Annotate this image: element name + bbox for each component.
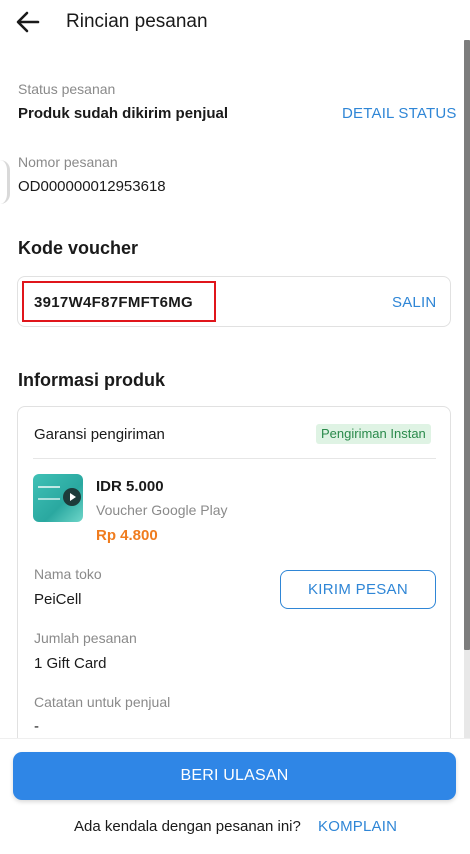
seller-note-label: Catatan untuk penjual [34, 694, 171, 710]
voucher-code: 3917W4F87FMFT6MG [34, 294, 194, 311]
store-name-label: Nama toko [34, 566, 102, 582]
thumbnail-text-lines [38, 486, 60, 500]
complaint-link[interactable]: KOMPLAIN [318, 818, 397, 835]
voucher-code-highlight: 3917W4F87FMFT6MG [22, 281, 216, 322]
copy-button[interactable]: SALIN [392, 294, 436, 311]
page-title: Rincian pesanan [66, 11, 208, 32]
detail-status-link[interactable]: DETAIL STATUS [342, 105, 457, 122]
guarantee-label: Garansi pengiriman [34, 426, 165, 443]
instant-delivery-badge: Pengiriman Instan [316, 424, 431, 444]
product-subtitle: Voucher Google Play [96, 502, 228, 518]
order-number-value: OD000000012953618 [18, 178, 166, 195]
product-price: Rp 4.800 [96, 527, 158, 544]
play-icon [63, 488, 81, 506]
quantity-value: 1 Gift Card [34, 655, 107, 672]
quantity-label: Jumlah pesanan [34, 630, 137, 646]
arrow-left-icon[interactable] [14, 8, 42, 36]
scrollbar-thumb[interactable] [464, 40, 470, 650]
product-thumbnail [33, 474, 83, 522]
complaint-question: Ada kendala dengan pesanan ini? [74, 818, 301, 835]
voucher-section-title: Kode voucher [18, 238, 139, 258]
store-name-value: PeiCell [34, 591, 82, 608]
send-message-button[interactable]: KIRIM PESAN [280, 570, 436, 609]
product-section-title: Informasi produk [18, 370, 166, 390]
app-header: Rincian pesanan [0, 0, 470, 44]
card-divider [33, 458, 436, 459]
seller-note-value: - [34, 718, 39, 735]
product-name: IDR 5.000 [96, 478, 164, 495]
order-status-label: Status pesanan [18, 81, 116, 97]
order-number-label: Nomor pesanan [18, 154, 118, 170]
edge-handle [0, 160, 10, 204]
review-button[interactable]: BERI ULASAN [13, 752, 456, 800]
order-status-value: Produk sudah dikirim penjual [18, 105, 229, 122]
